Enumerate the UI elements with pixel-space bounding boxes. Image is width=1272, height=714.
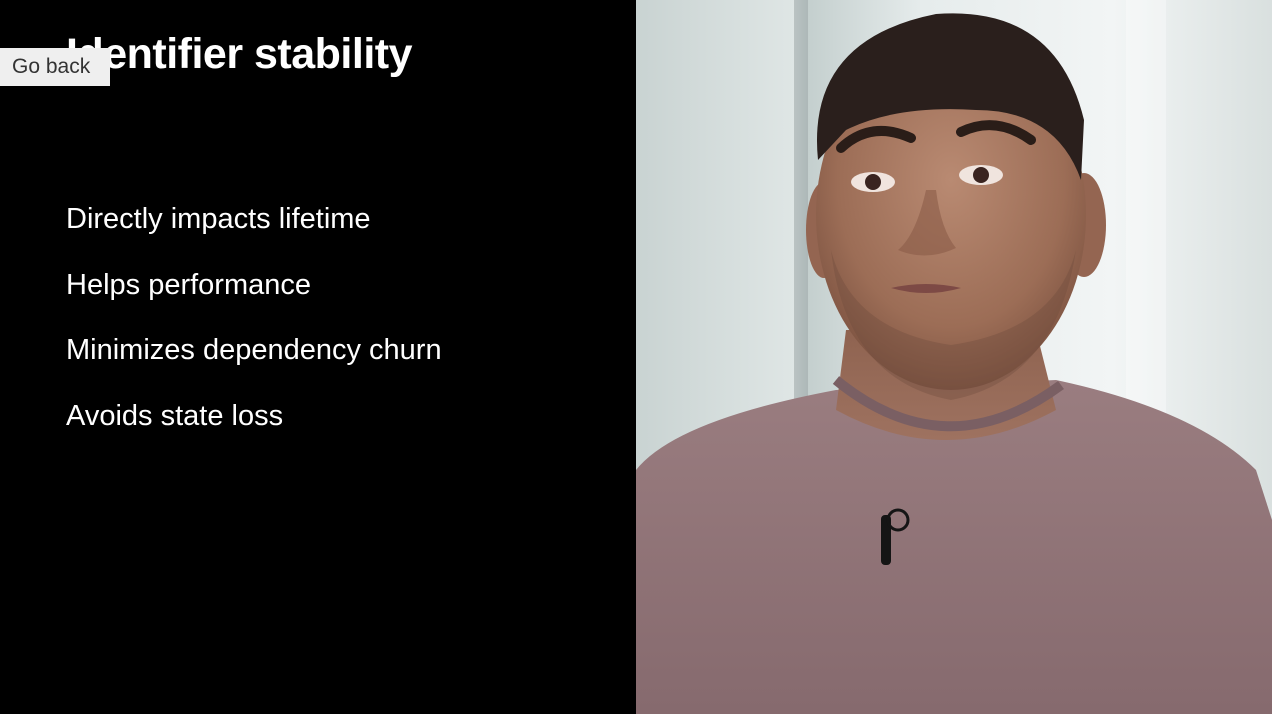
presenter-video xyxy=(636,0,1272,714)
bullet-item: Helps performance xyxy=(66,268,311,301)
go-back-button[interactable]: Go back xyxy=(0,48,110,86)
bullet-item: Avoids state loss xyxy=(66,399,284,432)
presenter-image xyxy=(636,0,1272,714)
bullet-list: Directly impacts lifetime Helps performa… xyxy=(66,200,442,462)
video-player: Identifier stability Directly impacts li… xyxy=(0,0,1272,714)
presentation-slide: Identifier stability Directly impacts li… xyxy=(0,0,636,714)
bullet-item: Directly impacts lifetime xyxy=(66,203,371,235)
slide-title: Identifier stability xyxy=(66,30,413,78)
bullet-item: Minimizes dependency churn xyxy=(66,334,442,366)
